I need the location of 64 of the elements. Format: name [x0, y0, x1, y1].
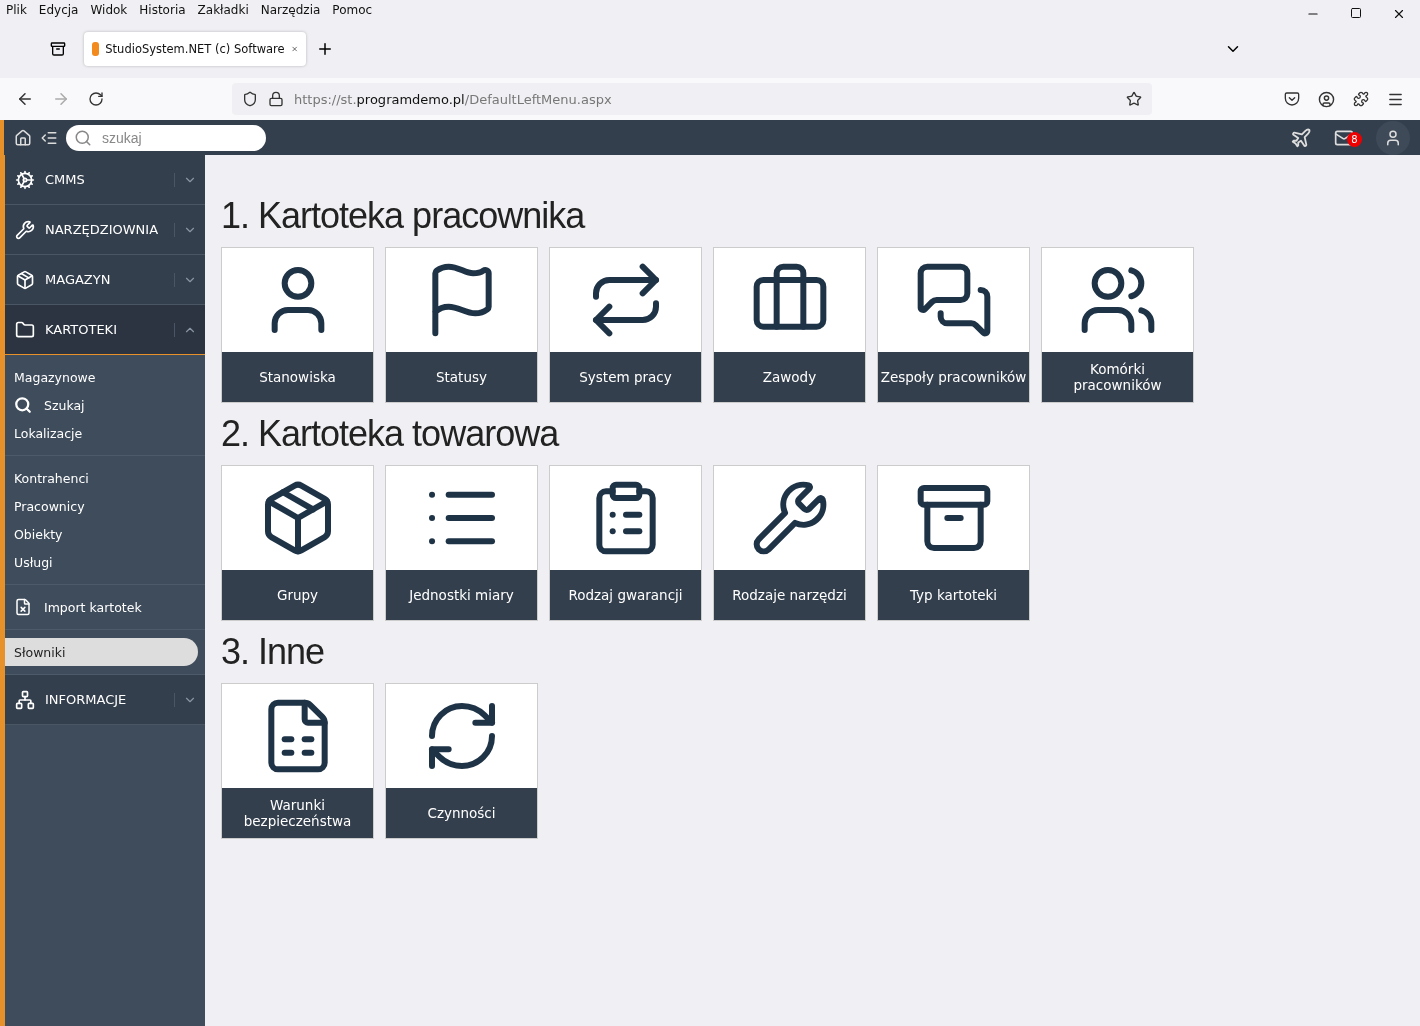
menu-link[interactable]: Import kartotek — [5, 593, 205, 621]
menu-item[interactable]: Historia — [139, 3, 186, 17]
menu-link[interactable]: Lokalizacje — [5, 419, 205, 447]
dictionary-tile[interactable]: System pracy — [549, 247, 702, 403]
menu-link[interactable]: Słowniki — [5, 638, 198, 666]
plane-icon[interactable] — [1290, 126, 1312, 149]
dictionary-tile[interactable]: Statusy — [385, 247, 538, 403]
dictionary-tile[interactable]: Komórki pracowników — [1041, 247, 1194, 403]
pocket-icon[interactable] — [1284, 90, 1300, 107]
address-bar[interactable]: https://st.programdemo.pl/DefaultLeftMenu.aspx — [232, 83, 1152, 115]
menu-item[interactable]: Edycja — [38, 3, 79, 17]
dictionary-tile[interactable]: Zespoły pracowników — [877, 247, 1030, 403]
folder-icon — [15, 319, 35, 340]
tools-icon — [15, 219, 35, 240]
lock-icon — [268, 91, 284, 107]
menu-link[interactable]: Pracownicy — [5, 492, 205, 520]
dictionary-tile[interactable]: Zawody — [713, 247, 866, 403]
search-icon — [74, 128, 92, 147]
menu-link[interactable]: Usługi — [5, 548, 205, 576]
search-icon — [14, 396, 32, 414]
dictionary-tile[interactable]: Stanowiska — [221, 247, 374, 403]
sitemap-icon — [15, 689, 35, 710]
maximize-icon[interactable] — [1350, 7, 1362, 19]
back-icon[interactable] — [16, 90, 34, 108]
dictionary-tile[interactable]: Rodzaj gwarancji — [549, 465, 702, 621]
menu-link[interactable]: Kontrahenci — [5, 464, 205, 492]
menu-link[interactable]: Obiekty — [5, 520, 205, 548]
section-heading: 1. Kartoteka pracownika — [221, 195, 586, 237]
menu-group[interactable]: INFORMACJE — [5, 675, 205, 725]
tab-tray-icon[interactable] — [50, 41, 66, 57]
menu-group[interactable]: CMMS — [5, 155, 205, 205]
dictionary-tile[interactable]: Jednostki miary — [385, 465, 538, 621]
account-icon[interactable] — [1318, 90, 1335, 108]
dictionary-tile[interactable]: Typ kartoteki — [877, 465, 1030, 621]
new-tab-icon[interactable] — [316, 40, 334, 58]
home-icon[interactable] — [14, 128, 32, 147]
menu-item[interactable]: Plik — [6, 3, 27, 17]
menu-link[interactable]: Szukaj — [5, 391, 205, 419]
search-field[interactable]: szukaj — [66, 124, 266, 151]
menu-item[interactable]: Narzędzia — [260, 3, 321, 17]
menu-item[interactable]: Pomoc — [332, 3, 373, 17]
bookmark-star-icon[interactable] — [1126, 91, 1142, 107]
menu-group[interactable]: NARZĘDZIOWNIA — [5, 205, 205, 255]
close-icon[interactable] — [1392, 7, 1406, 21]
dictionary-tile[interactable]: Grupy — [221, 465, 374, 621]
dictionary-tile[interactable]: Warunki bezpieczeństwa — [221, 683, 374, 839]
dictionary-tile[interactable]: Rodzaje narzędzi — [713, 465, 866, 621]
menu-item[interactable]: Zakładki — [197, 3, 249, 17]
excel-file-icon — [14, 598, 32, 616]
menu-item[interactable]: Widok — [90, 3, 128, 17]
menu-group[interactable]: KARTOTEKI — [5, 305, 205, 355]
dictionary-tile[interactable]: Czynności — [385, 683, 538, 839]
mail-count-badge: 8 — [1347, 131, 1362, 147]
user-avatar[interactable] — [1376, 120, 1410, 155]
url-text: https://st.programdemo.pl/DefaultLeftMenu.aspx — [294, 91, 612, 107]
browser-tab[interactable]: StudioSystem.NET (c) Software — [84, 32, 306, 66]
extensions-icon[interactable] — [1353, 90, 1369, 107]
favicon-icon — [92, 42, 100, 56]
reload-icon[interactable] — [88, 91, 104, 107]
section-heading: 3. Inne — [221, 631, 326, 673]
section-heading: 2. Kartoteka towarowa — [221, 413, 560, 455]
menu-group[interactable]: MAGAZYN — [5, 255, 205, 305]
shield-icon — [242, 91, 258, 107]
menu-link[interactable]: Magazynowe — [5, 363, 205, 391]
